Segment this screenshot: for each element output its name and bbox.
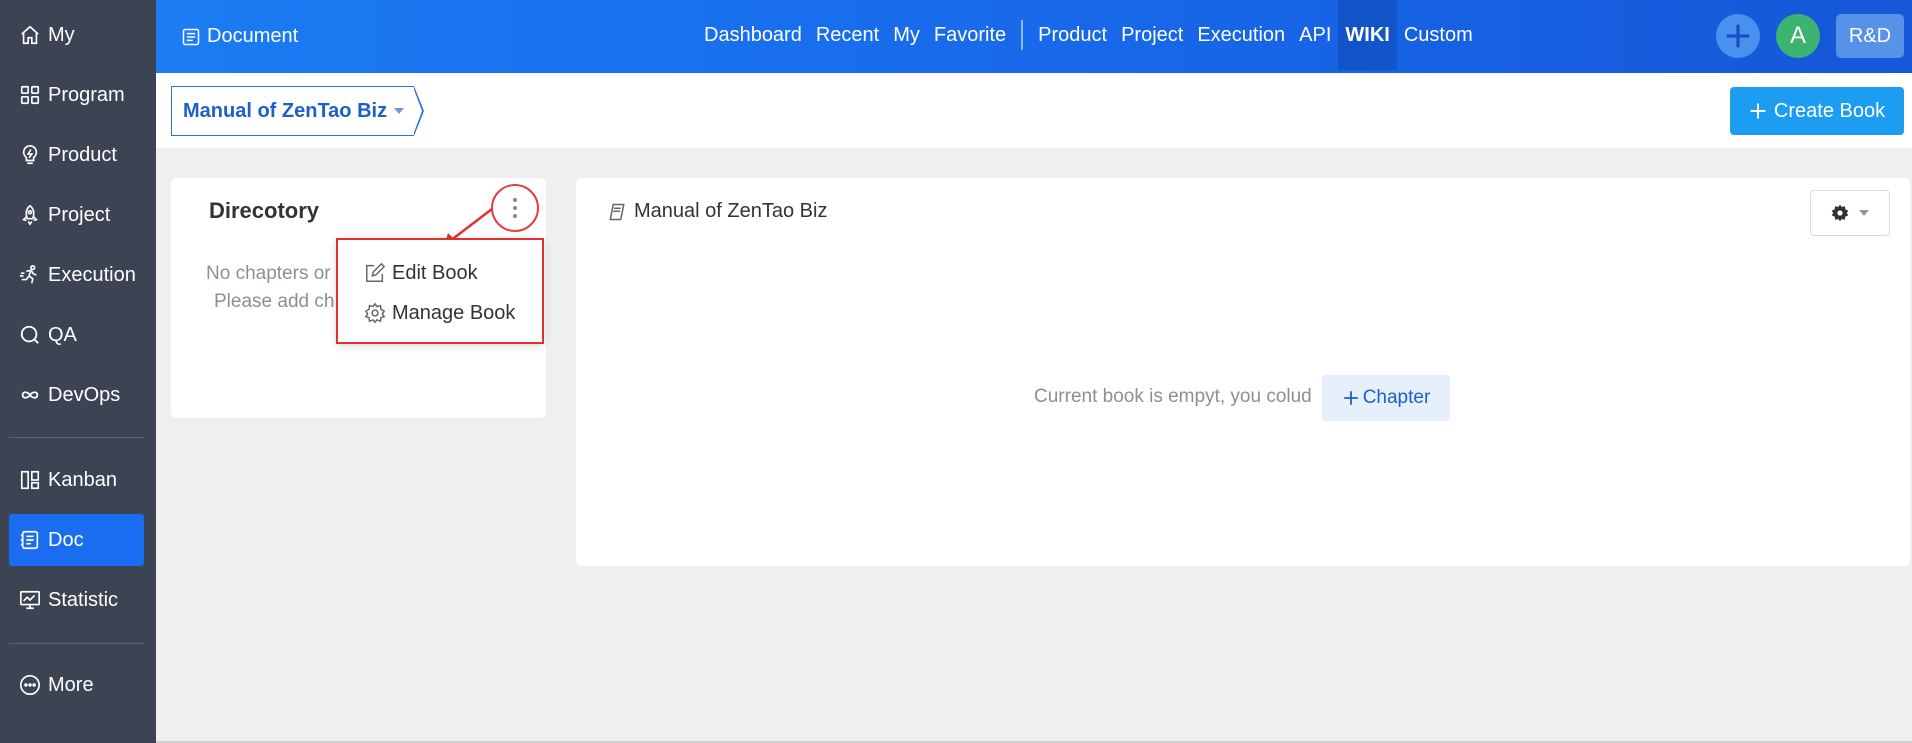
sidebar-item-devops[interactable]: DevOps: [9, 369, 144, 421]
nav-divider: [1021, 20, 1024, 50]
book-selector-box: Manual of ZenTao Biz: [171, 86, 415, 136]
add-chapter-label: Chapter: [1362, 387, 1431, 408]
menu-item-manage-book[interactable]: Manage Book: [364, 298, 515, 328]
sidebar-item-label: DevOps: [48, 383, 121, 406]
plus-icon: [1726, 24, 1750, 48]
top-nav-dashboard[interactable]: Dashboard: [697, 0, 809, 70]
directory-title: Direcotory: [209, 198, 320, 223]
chevron-down-icon: [1859, 210, 1869, 216]
sidebar-item-qa[interactable]: QA: [9, 309, 144, 361]
directory-empty-line2: Please add ch: [214, 291, 335, 312]
sidebar-item-product[interactable]: Product: [9, 129, 144, 181]
sidebar-item-doc[interactable]: Doc: [9, 514, 144, 566]
monitor-icon: [18, 588, 42, 612]
app-title[interactable]: Document: [181, 0, 298, 73]
sidebar-item-label: QA: [48, 323, 77, 346]
menu-item-label: Manage Book: [392, 301, 516, 324]
search-icon: [18, 323, 42, 347]
top-nav-custom[interactable]: Custom: [1397, 0, 1480, 70]
top-bar: Document Dashboard Recent My Favorite Pr…: [156, 0, 1912, 73]
top-nav-wiki[interactable]: WIKI: [1338, 0, 1397, 70]
sidebar-item-label: Execution: [48, 263, 136, 286]
sub-header: Manual of ZenTao Biz Create Book: [156, 73, 1912, 148]
kanban-icon: [18, 468, 42, 492]
sidebar-item-more[interactable]: More: [9, 659, 144, 711]
doc-icon: [182, 28, 200, 45]
content-panel: Manual of ZenTao Biz Current book is emp…: [576, 178, 1910, 566]
top-nav-execution[interactable]: Execution: [1190, 0, 1292, 70]
grid-icon: [18, 83, 42, 107]
directory-more-button[interactable]: [491, 184, 539, 232]
sidebar-divider: [9, 437, 144, 438]
top-nav-product[interactable]: Product: [1031, 0, 1114, 70]
top-nav-recent[interactable]: Recent: [809, 0, 886, 70]
top-nav-project[interactable]: Project: [1114, 0, 1190, 70]
settings-dropdown-button[interactable]: [1810, 190, 1890, 236]
sidebar-item-program[interactable]: Program: [9, 69, 144, 121]
book-icon: [609, 203, 625, 220]
sidebar-item-project[interactable]: Project: [9, 189, 144, 241]
run-icon: [18, 263, 42, 287]
doc-icon: [18, 528, 42, 552]
book-selector[interactable]: Manual of ZenTao Biz: [171, 86, 425, 136]
infinity-icon: [18, 383, 42, 407]
avatar[interactable]: A: [1776, 14, 1820, 58]
empty-book-message: Current book is empyt, you colud: [1034, 386, 1312, 407]
sidebar-item-label: Project: [48, 203, 111, 226]
sidebar-item-kanban[interactable]: Kanban: [9, 454, 144, 506]
create-book-label: Create Book: [1773, 99, 1886, 122]
top-nav-favorite[interactable]: Favorite: [927, 0, 1013, 70]
sidebar-divider: [9, 643, 144, 644]
plus-icon: [1750, 103, 1766, 119]
app-title-label: Document: [207, 25, 299, 47]
sidebar-item-label: My: [48, 23, 75, 46]
sidebar-item-execution[interactable]: Execution: [9, 249, 144, 301]
top-nav: Dashboard Recent My Favorite Product Pro…: [697, 0, 1480, 70]
top-nav-my[interactable]: My: [886, 0, 927, 70]
sidebar-item-label: Doc: [48, 528, 84, 551]
quick-create-button[interactable]: [1716, 14, 1760, 58]
menu-item-edit-book[interactable]: Edit Book: [364, 258, 478, 288]
breadcrumb-arrow: [413, 86, 425, 136]
sidebar-item-label: Product: [48, 143, 117, 166]
edit-icon: [366, 262, 386, 282]
team-button[interactable]: R&D: [1836, 14, 1904, 58]
sidebar: My Program Product Project Execution QA …: [0, 0, 156, 743]
menu-item-label: Edit Book: [392, 261, 478, 284]
create-book-button[interactable]: Create Book: [1730, 87, 1904, 135]
sidebar-item-label: Program: [48, 83, 125, 106]
gear-icon: [364, 302, 386, 324]
add-chapter-button[interactable]: Chapter: [1322, 375, 1450, 421]
more-vertical-icon: [513, 198, 517, 218]
rocket-icon: [18, 203, 42, 227]
directory-empty-line1: No chapters or: [206, 263, 331, 284]
sidebar-item-my[interactable]: My: [9, 9, 144, 61]
sidebar-item-statistic[interactable]: Statistic: [9, 574, 144, 626]
sidebar-item-label: Kanban: [48, 468, 117, 491]
gear-icon: [1831, 204, 1849, 222]
sidebar-item-label: More: [48, 673, 94, 696]
content-title: Manual of ZenTao Biz: [608, 200, 827, 223]
bulb-icon: [18, 143, 42, 167]
book-selector-label: Manual of ZenTao Biz: [183, 99, 388, 122]
sidebar-item-label: Statistic: [48, 588, 119, 611]
plus-icon: [1343, 391, 1358, 405]
content-title-label: Manual of ZenTao Biz: [634, 200, 828, 222]
top-nav-api[interactable]: API: [1292, 0, 1338, 70]
book-actions-menu: Edit Book Manage Book: [336, 238, 544, 344]
home-icon: [18, 23, 42, 47]
more-circle-icon: [18, 673, 42, 697]
chevron-down-icon: [394, 108, 405, 114]
